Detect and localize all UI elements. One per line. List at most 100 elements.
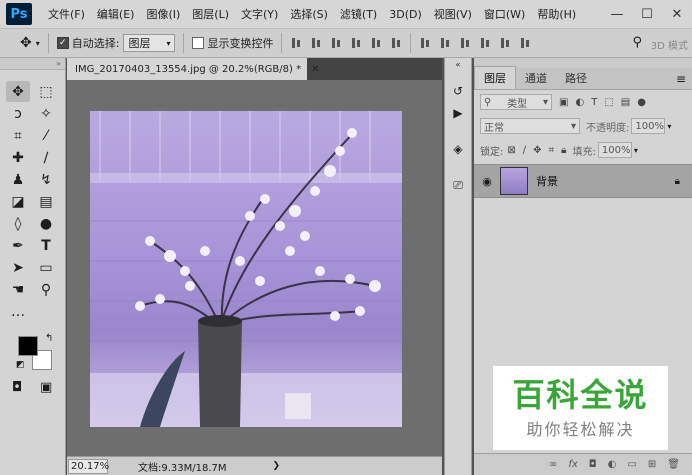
panel-collapse-icon[interactable]: » — [0, 58, 65, 70]
align-horizontal-center-icon[interactable] — [370, 36, 382, 50]
brush-tool-icon[interactable]: ∕ — [34, 147, 58, 168]
canvas-area[interactable] — [67, 80, 442, 456]
menu-view[interactable]: 视图(V) — [428, 6, 478, 22]
trash-icon[interactable]: 🗑︎ — [667, 459, 680, 470]
pen-tool-icon[interactable]: ✒ — [6, 235, 30, 256]
default-colors-icon[interactable]: ◩ — [16, 360, 25, 370]
layer-style-icon[interactable]: fx — [568, 459, 577, 470]
align-right-icon[interactable] — [390, 36, 402, 50]
menu-filter[interactable]: 滤镜(T) — [334, 6, 383, 22]
dodge-tool-icon[interactable]: ● — [34, 213, 58, 234]
marquee-tool-icon[interactable]: ⬚ — [34, 81, 58, 102]
tab-layers[interactable]: 图层 — [474, 66, 516, 89]
add-mask-icon[interactable]: ◘ — [589, 459, 597, 470]
chevron-down-icon[interactable]: ▾ — [634, 146, 638, 155]
align-top-icon[interactable] — [290, 36, 302, 50]
magic-wand-tool-icon[interactable]: ✧ — [34, 103, 58, 124]
gradient-tool-icon[interactable]: ▤ — [34, 191, 58, 212]
screen-mode-icon[interactable]: ▣ — [40, 380, 52, 395]
healing-brush-tool-icon[interactable]: ✚ — [6, 147, 30, 168]
search-icon[interactable]: ⚲ — [632, 35, 642, 50]
eyedropper-tool-icon[interactable]: ⁄ — [34, 125, 58, 146]
filter-smart-object-icon[interactable]: ▤ — [621, 97, 630, 108]
zoom-level-field[interactable]: 20.17% — [68, 458, 109, 474]
chevron-right-icon[interactable]: ❯ — [273, 461, 281, 471]
menu-select[interactable]: 选择(S) — [284, 6, 334, 22]
link-layers-icon[interactable]: ∞ — [549, 459, 557, 470]
history-brush-tool-icon[interactable]: ↯ — [34, 169, 58, 190]
filter-toggle-icon[interactable]: ● — [637, 97, 646, 108]
auto-select-checkbox[interactable]: ✓ — [56, 37, 69, 49]
layer-row[interactable]: ◉ 背景 🔒︎ — [474, 164, 692, 198]
align-vertical-center-icon[interactable] — [310, 36, 322, 50]
new-layer-icon[interactable]: ⊞ — [648, 459, 656, 470]
eye-icon[interactable]: ◉ — [474, 175, 500, 188]
chevron-down-icon[interactable]: ▾ — [667, 122, 671, 131]
quick-mask-icon[interactable]: ◘ — [12, 380, 22, 395]
new-group-icon[interactable]: ▭ — [627, 459, 636, 470]
panel-menu-icon[interactable]: ≡ — [676, 72, 686, 86]
close-icon[interactable]: ✕ — [311, 64, 319, 75]
move-tool-icon[interactable]: ✥ — [6, 81, 30, 102]
menu-help[interactable]: 帮助(H) — [531, 6, 582, 22]
fill-field[interactable]: 100% — [597, 142, 632, 158]
menu-edit[interactable]: 编辑(E) — [91, 6, 141, 22]
lock-position-icon[interactable]: ✥ — [533, 145, 541, 156]
path-selection-tool-icon[interactable]: ➤ — [6, 257, 30, 278]
maximize-button[interactable]: ☐ — [632, 0, 662, 28]
menu-layer[interactable]: 图层(L) — [186, 6, 235, 22]
tab-paths[interactable]: 路径 — [556, 67, 596, 89]
lock-artboard-icon[interactable]: ⌗ — [549, 145, 555, 156]
auto-select-target-dropdown[interactable]: 图层 ▾ — [123, 34, 176, 52]
blur-tool-icon[interactable]: ◊ — [6, 213, 30, 234]
history-panel-icon[interactable]: ↺ — [445, 80, 471, 102]
align-left-icon[interactable] — [350, 36, 362, 50]
eraser-tool-icon[interactable]: ◪ — [6, 191, 30, 212]
tab-channels[interactable]: 通道 — [516, 67, 556, 89]
menu-type[interactable]: 文字(Y) — [235, 6, 284, 22]
filter-adjustment-icon[interactable]: ◐ — [575, 97, 584, 108]
filter-shape-icon[interactable]: ⬚ — [604, 97, 613, 108]
zoom-tool-icon[interactable]: ⚲ — [34, 279, 58, 300]
properties-panel-icon[interactable]: ⎚ — [445, 174, 471, 196]
align-bottom-icon[interactable] — [330, 36, 342, 50]
filter-type-icon[interactable]: T — [591, 97, 597, 108]
menu-3d[interactable]: 3D(D) — [383, 8, 428, 21]
actions-panel-icon[interactable]: ▶ — [445, 102, 471, 124]
opacity-field[interactable]: 100% — [631, 118, 666, 134]
distribute-top-icon[interactable] — [419, 36, 431, 50]
distribute-bottom-icon[interactable] — [459, 36, 471, 50]
more-tools-icon[interactable]: … — [6, 301, 30, 322]
lock-image-icon[interactable]: ∕ — [523, 145, 526, 156]
show-transform-checkbox[interactable] — [192, 37, 205, 49]
distribute-right-icon[interactable] — [519, 36, 531, 50]
menu-file[interactable]: 文件(F) — [42, 6, 91, 22]
close-button[interactable]: ✕ — [662, 0, 692, 28]
hand-tool-icon[interactable]: ☚ — [6, 279, 30, 300]
distribute-vcenter-icon[interactable] — [439, 36, 451, 50]
menu-image[interactable]: 图像(I) — [140, 6, 186, 22]
minimize-button[interactable]: — — [602, 0, 632, 28]
tool-preset-picker[interactable]: ✥ ▾ — [20, 35, 40, 51]
lasso-tool-icon[interactable]: ↄ — [6, 103, 30, 124]
filter-kind-dropdown[interactable]: ⚲ 类型 ▾ — [480, 94, 552, 110]
adjustment-layer-icon[interactable]: ◐ — [608, 459, 617, 470]
crop-tool-icon[interactable]: ⌗ — [6, 125, 30, 146]
foreground-color-swatch[interactable] — [18, 336, 38, 356]
3d-panel-icon[interactable]: ◈ — [445, 138, 471, 160]
photo-canvas[interactable] — [90, 111, 402, 427]
filter-pixel-icon[interactable]: ▣ — [559, 97, 568, 108]
distribute-hcenter-icon[interactable] — [499, 36, 511, 50]
swap-colors-icon[interactable]: ↰ — [45, 333, 53, 344]
3d-mode-label[interactable]: 3D 模式 — [651, 37, 688, 52]
distribute-left-icon[interactable] — [479, 36, 491, 50]
layer-name[interactable]: 背景 — [536, 173, 558, 189]
menu-window[interactable]: 窗口(W) — [478, 6, 531, 22]
document-tab[interactable]: IMG_20170403_13554.jpg @ 20.2%(RGB/8) * … — [67, 58, 319, 80]
panel-expand-icon[interactable]: « — [445, 58, 471, 70]
rectangle-tool-icon[interactable]: ▭ — [34, 257, 58, 278]
lock-all-icon[interactable]: 🔒︎ — [561, 145, 566, 156]
type-tool-icon[interactable]: T — [34, 235, 58, 256]
clone-stamp-tool-icon[interactable]: ♟ — [6, 169, 30, 190]
blend-mode-dropdown[interactable]: 正常 ▾ — [480, 118, 580, 134]
